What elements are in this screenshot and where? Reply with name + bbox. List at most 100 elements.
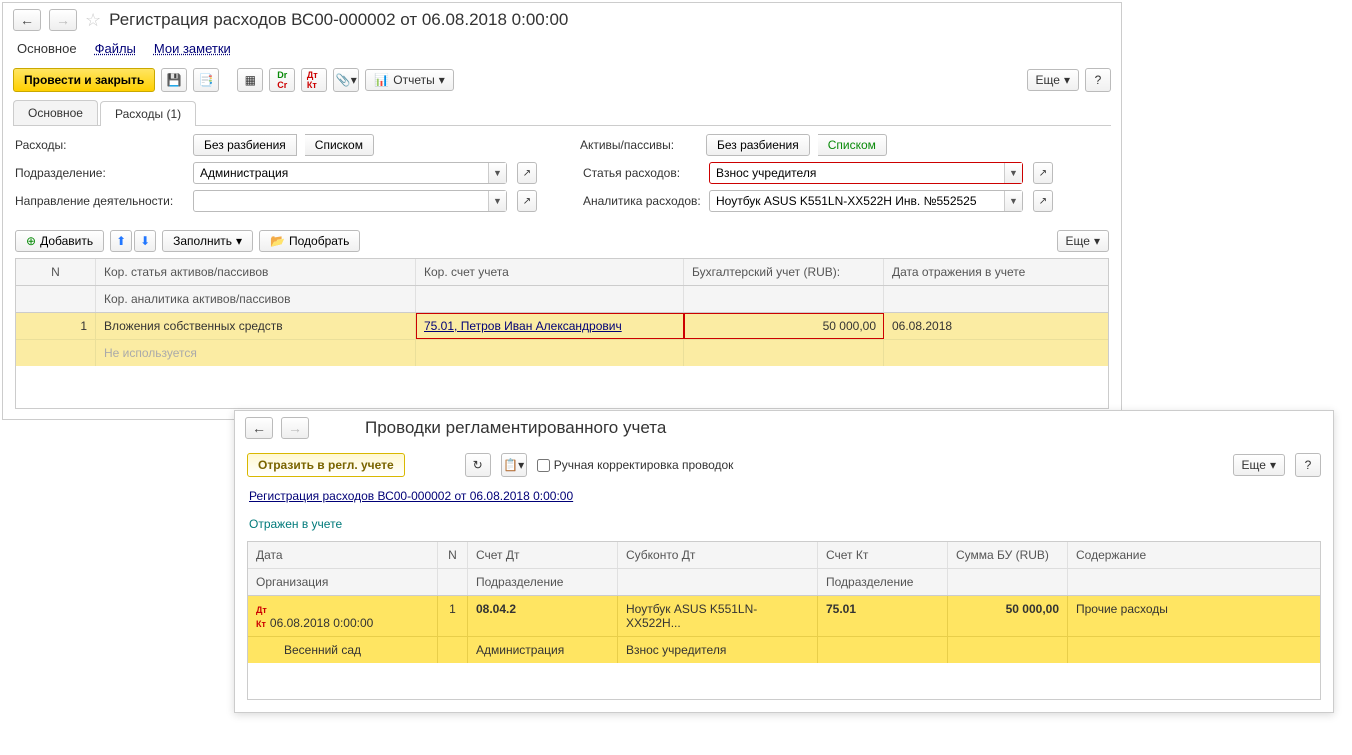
assets-nosplit-button[interactable]: Без разбиения	[706, 134, 810, 156]
pick-button[interactable]: 📂 Подобрать	[259, 230, 360, 252]
document-link[interactable]: Регистрация расходов ВС00-000002 от 06.0…	[235, 485, 1333, 507]
posting-row-sub[interactable]: Весенний сад Администрация Взнос учредит…	[248, 636, 1320, 663]
cell2-date: ДтКт06.08.2018 0:00:00	[248, 596, 438, 636]
col-amount[interactable]: Бухгалтерский учет (RUB):	[684, 259, 884, 285]
col2-date[interactable]: Дата	[248, 542, 438, 568]
move-up-button[interactable]: ⬆	[110, 230, 132, 252]
nav-forward-button-2[interactable]: →	[281, 417, 309, 439]
more-button[interactable]: Еще ▾	[1027, 69, 1079, 91]
status-text: Отражен в учете	[235, 507, 1333, 537]
col2-div2[interactable]: Подразделение	[818, 569, 948, 595]
refresh-button[interactable]: ↻	[465, 453, 491, 477]
drcr-button[interactable]: DrCr	[269, 68, 295, 92]
cell2-sum: 50 000,00	[948, 596, 1068, 636]
expense-registration-window: ← → ☆ Регистрация расходов ВС00-000002 о…	[2, 2, 1122, 420]
cell-article: Вложения собственных средств	[96, 313, 416, 339]
post-button[interactable]: 📑	[193, 68, 219, 92]
fill-button[interactable]: Заполнить ▾	[162, 230, 253, 252]
col2-div[interactable]: Подразделение	[468, 569, 618, 595]
favorite-icon[interactable]: ☆	[85, 10, 101, 31]
titlebar2: ← → Проводки регламентированного учета	[235, 411, 1333, 445]
expenses-label: Расходы:	[15, 138, 185, 152]
col2-sum[interactable]: Сумма БУ (RUB)	[948, 542, 1068, 568]
reflect-button[interactable]: Отразить в регл. учете	[247, 453, 405, 477]
analytics-dropdown-icon[interactable]: ▼	[1004, 191, 1022, 211]
form-area: Расходы: Без разбиения Списком Активы/па…	[3, 126, 1121, 226]
division-label: Подразделение:	[15, 166, 185, 180]
expenses-nosplit-button[interactable]: Без разбиения	[193, 134, 297, 156]
structure-button[interactable]: ▦	[237, 68, 263, 92]
register-button[interactable]: 📋▾	[501, 453, 527, 477]
nav-back-button[interactable]: ←	[13, 9, 41, 31]
manual-checkbox[interactable]: Ручная корректировка проводок	[537, 458, 734, 472]
cell2-cont: Прочие расходы	[1068, 596, 1320, 636]
assets-list-button[interactable]: Списком	[818, 134, 887, 156]
expenses-list-button[interactable]: Списком	[305, 134, 374, 156]
col-article[interactable]: Кор. статья активов/пассивов	[96, 259, 416, 285]
reports-button[interactable]: 📊 Отчеты ▾	[365, 69, 453, 91]
window-title: Регистрация расходов ВС00-000002 от 06.0…	[109, 10, 568, 30]
subtab-main[interactable]: Основное	[13, 100, 98, 125]
cell-date: 06.08.2018	[884, 313, 1108, 339]
col-n[interactable]: N	[16, 259, 96, 285]
main-toolbar: Провести и закрыть 💾 📑 ▦ DrCr ДтКт 📎▾ 📊 …	[3, 62, 1121, 98]
postings-window: ← → Проводки регламентированного учета О…	[234, 410, 1334, 713]
article-input[interactable]	[710, 163, 1004, 183]
col2-sdt[interactable]: Счет Дт	[468, 542, 618, 568]
tab-notes[interactable]: Мои заметки	[154, 41, 231, 56]
division-open-button[interactable]: ↗	[517, 162, 537, 184]
nav-back-button-2[interactable]: ←	[245, 417, 273, 439]
save-button[interactable]: 💾	[161, 68, 187, 92]
direction-label: Направление деятельности:	[15, 194, 185, 208]
posting-row[interactable]: ДтКт06.08.2018 0:00:00 1 08.04.2 Ноутбук…	[248, 596, 1320, 636]
table-more-button[interactable]: Еще ▾	[1057, 230, 1109, 252]
col2-org[interactable]: Организация	[248, 569, 438, 595]
col-date[interactable]: Дата отражения в учете	[884, 259, 1108, 285]
division-input[interactable]	[194, 163, 488, 183]
attach-button[interactable]: 📎▾	[333, 68, 359, 92]
col-analytics[interactable]: Кор. аналитика активов/пассивов	[96, 286, 416, 312]
col2-cont[interactable]: Содержание	[1068, 542, 1320, 568]
col2-n[interactable]: N	[438, 542, 468, 568]
toolbar2: Отразить в регл. учете ↻ 📋▾ Ручная корре…	[235, 445, 1333, 485]
add-button[interactable]: ⊕ Добавить	[15, 230, 104, 252]
titlebar: ← → ☆ Регистрация расходов ВС00-000002 о…	[3, 3, 1121, 37]
direction-dropdown-icon[interactable]: ▼	[488, 191, 506, 211]
article-open-button[interactable]: ↗	[1033, 162, 1053, 184]
window-title-2: Проводки регламентированного учета	[365, 418, 666, 438]
col2-skt[interactable]: Счет Кт	[818, 542, 948, 568]
cell2-org: Весенний сад	[248, 637, 438, 663]
article-dropdown-icon[interactable]: ▼	[1004, 163, 1022, 183]
post-and-close-button[interactable]: Провести и закрыть	[13, 68, 155, 92]
subtab-expenses[interactable]: Расходы (1)	[100, 101, 196, 126]
postings-grid: Дата N Счет Дт Субконто Дт Счет Кт Сумма…	[247, 541, 1321, 700]
col-account[interactable]: Кор. счет учета	[416, 259, 684, 285]
dtkt-icon: ДтКт	[256, 605, 267, 629]
col2-sub[interactable]: Субконто Дт	[618, 542, 818, 568]
help-button[interactable]: ?	[1085, 68, 1111, 92]
help-button-2[interactable]: ?	[1295, 453, 1321, 477]
cell-amount[interactable]: 50 000,00	[684, 313, 884, 339]
tab-files[interactable]: Файлы	[95, 41, 136, 56]
cell2-n: 1	[438, 596, 468, 636]
division-dropdown-icon[interactable]: ▼	[488, 163, 506, 183]
cell2-sdt: 08.04.2	[468, 596, 618, 636]
analytics-input[interactable]	[710, 191, 1004, 211]
analytics-open-button[interactable]: ↗	[1033, 190, 1053, 212]
table-row[interactable]: 1 Вложения собственных средств 75.01, Пе…	[16, 313, 1108, 339]
dtkt-button[interactable]: ДтКт	[301, 68, 327, 92]
more-button-2[interactable]: Еще ▾	[1233, 454, 1285, 476]
table-row-sub[interactable]: Не используется	[16, 339, 1108, 366]
tab-main[interactable]: Основное	[17, 41, 77, 56]
sub-tabs: Основное Расходы (1)	[13, 100, 1111, 126]
direction-input[interactable]	[194, 191, 488, 211]
table-toolbar: ⊕ Добавить ⬆ ⬇ Заполнить ▾ 📂 Подобрать Е…	[3, 226, 1121, 256]
direction-open-button[interactable]: ↗	[517, 190, 537, 212]
nav-forward-button[interactable]: →	[49, 9, 77, 31]
move-down-button[interactable]: ⬇	[134, 230, 156, 252]
article-label: Статья расходов:	[583, 166, 701, 180]
cell-n: 1	[16, 313, 96, 339]
cell2-skt: 75.01	[818, 596, 948, 636]
cell-account[interactable]: 75.01, Петров Иван Александрович	[416, 313, 684, 339]
cell2-div: Администрация	[468, 637, 618, 663]
